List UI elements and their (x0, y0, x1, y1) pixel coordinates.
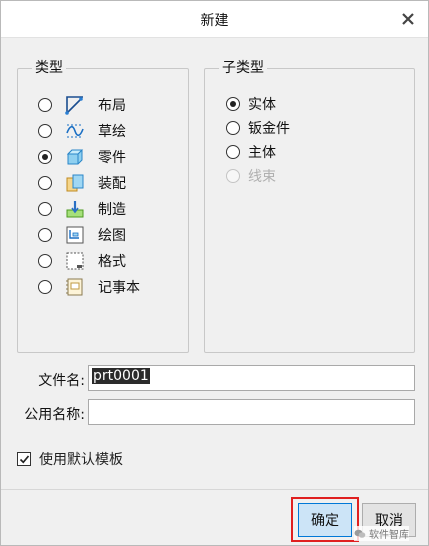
subtype-label-body: 主体 (248, 145, 276, 161)
type-radio-sketch[interactable] (38, 124, 52, 138)
type-label-part: 零件 (98, 150, 126, 166)
subtype-label-harness: 线束 (248, 169, 276, 185)
subtype-option-body[interactable]: 主体 (226, 140, 276, 164)
sketch-icon (65, 121, 85, 141)
type-radio-drawing[interactable] (38, 228, 52, 242)
subtype-radio-solid[interactable] (226, 97, 240, 111)
notebook-icon (65, 277, 85, 297)
default-template-option[interactable]: 使用默认模板 (17, 449, 123, 469)
assembly-icon (65, 173, 85, 193)
type-label-manufacturing: 制造 (98, 202, 126, 218)
type-label-format: 格式 (98, 254, 126, 270)
type-option-drawing[interactable]: 绘图 (38, 223, 126, 247)
type-radio-manufacturing[interactable] (38, 202, 52, 216)
subtype-group-legend: 子类型 (219, 59, 267, 77)
manufacturing-icon (65, 199, 85, 219)
common-name-label: 公用名称: (24, 407, 85, 423)
wechat-icon (354, 529, 366, 538)
type-radio-layout[interactable] (38, 98, 52, 112)
type-label-sketch: 草绘 (98, 124, 126, 140)
type-option-notebook[interactable]: 记事本 (38, 275, 140, 299)
layout-icon (65, 95, 85, 115)
close-icon (402, 13, 414, 25)
ok-button[interactable]: 确定 (298, 503, 352, 537)
default-template-checkbox[interactable] (17, 452, 31, 466)
checkmark-icon (19, 454, 29, 464)
type-label-layout: 布局 (98, 98, 126, 114)
subtype-label-solid: 实体 (248, 97, 276, 113)
subtype-label-sheetmetal: 钣金件 (248, 121, 290, 137)
type-option-part[interactable]: 零件 (38, 145, 126, 169)
subtype-group: 子类型 实体 钣金件 主体 线束 (204, 59, 415, 353)
type-radio-assembly[interactable] (38, 176, 52, 190)
subtype-option-harness: 线束 (226, 164, 276, 188)
filename-input[interactable]: prt0001 (88, 365, 415, 391)
type-label-assembly: 装配 (98, 176, 126, 192)
type-option-format[interactable]: 格式 (38, 249, 126, 273)
bottom-separator (1, 489, 428, 490)
type-radio-format[interactable] (38, 254, 52, 268)
default-template-label: 使用默认模板 (39, 452, 123, 468)
subtype-option-solid[interactable]: 实体 (226, 92, 276, 116)
watermark: 软件智库 (354, 526, 409, 541)
subtype-option-sheetmetal[interactable]: 钣金件 (226, 116, 290, 140)
common-name-input[interactable] (88, 399, 415, 425)
type-option-manufacturing[interactable]: 制造 (38, 197, 126, 221)
new-file-dialog: 新建 类型 布局 草绘 零件 装配 制造 绘图 格式 记事本 子类型 实体 钣金… (0, 0, 429, 546)
filename-value: prt0001 (92, 368, 150, 384)
drawing-icon (65, 225, 85, 245)
watermark-text: 软件智库 (369, 530, 409, 541)
subtype-radio-body[interactable] (226, 145, 240, 159)
type-radio-part[interactable] (38, 150, 52, 164)
close-button[interactable] (398, 9, 418, 29)
subtype-radio-harness (226, 169, 240, 183)
part-icon (65, 147, 85, 167)
type-option-layout[interactable]: 布局 (38, 93, 126, 117)
type-option-assembly[interactable]: 装配 (38, 171, 126, 195)
format-icon (65, 251, 85, 271)
type-radio-notebook[interactable] (38, 280, 52, 294)
type-label-drawing: 绘图 (98, 228, 126, 244)
type-group-legend: 类型 (32, 59, 66, 77)
title-bar: 新建 (1, 1, 428, 38)
type-option-sketch[interactable]: 草绘 (38, 119, 126, 143)
filename-label: 文件名: (38, 373, 85, 389)
subtype-radio-sheetmetal[interactable] (226, 121, 240, 135)
type-group: 类型 布局 草绘 零件 装配 制造 绘图 格式 记事本 (17, 59, 189, 353)
type-label-notebook: 记事本 (98, 280, 140, 296)
dialog-title: 新建 (200, 13, 229, 29)
